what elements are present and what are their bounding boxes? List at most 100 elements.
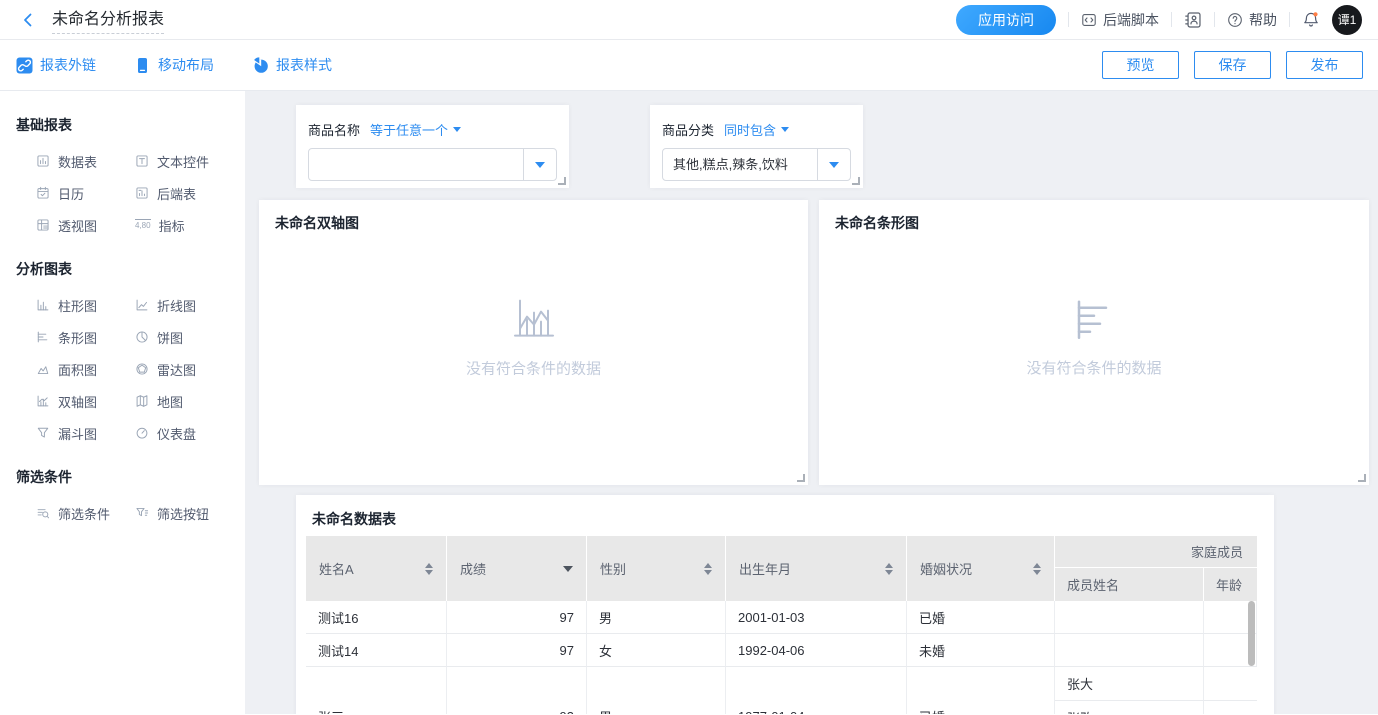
section-title-basic: 基础报表	[16, 115, 229, 135]
chevron-down-icon	[453, 127, 461, 132]
filter-operator-dropdown[interactable]: 同时包含	[724, 120, 789, 139]
help-button[interactable]: 帮助	[1227, 10, 1277, 30]
sidebar-item-dual-axis-chart[interactable]: 双轴图	[36, 385, 135, 417]
resize-handle[interactable]	[1358, 474, 1366, 482]
sidebar-item-gauge[interactable]: 仪表盘	[135, 417, 229, 449]
pie-chart-icon	[135, 330, 149, 344]
back-button[interactable]	[20, 11, 38, 29]
sidebar-item-funnel-chart[interactable]: 漏斗图	[36, 417, 135, 449]
mobile-icon	[134, 57, 151, 74]
column-header-member-name[interactable]: 成员姓名	[1055, 568, 1204, 601]
dual-axis-chart-panel[interactable]: 未命名双轴图 没有符合条件的数据	[259, 200, 808, 485]
link-icon	[16, 57, 33, 74]
section-title-filters: 筛选条件	[16, 467, 229, 487]
code-icon	[1081, 12, 1097, 28]
sidebar-item-radar-chart[interactable]: 雷达图	[135, 353, 229, 385]
column-header-gender[interactable]: 性别	[587, 536, 726, 601]
resize-handle[interactable]	[852, 177, 860, 185]
divider	[1068, 12, 1069, 27]
funnel-chart-icon	[36, 426, 50, 440]
sort-desc-icon[interactable]	[563, 566, 573, 572]
sidebar-item-map[interactable]: 地图	[135, 385, 229, 417]
column-group-family: 家庭成员 成员姓名 年龄	[1055, 536, 1257, 601]
filter-widget-product-category[interactable]: 商品分类 同时包含 其他,糕点,辣条,饮料	[650, 105, 863, 188]
sort-icon[interactable]	[885, 563, 893, 575]
column-header-score[interactable]: 成绩	[447, 536, 587, 601]
sidebar-item-data-table[interactable]: 数据表	[36, 145, 135, 177]
pie-style-icon	[252, 57, 269, 74]
gauge-icon	[135, 426, 149, 440]
bar-chart-icon	[36, 330, 50, 344]
section-charts-grid: 柱形图 折线图 条形图 饼图 面积图	[36, 289, 229, 449]
line-chart-icon	[135, 298, 149, 312]
user-avatar[interactable]: 谭1	[1332, 5, 1362, 35]
filter-field-label: 商品分类	[662, 120, 714, 139]
topbar: 未命名分析报表 应用访问 后端脚本 帮助 谭1	[0, 0, 1378, 40]
sidebar-item-filter-condition[interactable]: 筛选条件	[36, 497, 135, 529]
column-header-age[interactable]: 年龄	[1204, 568, 1257, 601]
table-row: 测试14 97 女 1992-04-06 未婚	[306, 634, 1257, 667]
horizontal-bar-empty-icon	[1071, 298, 1117, 340]
area-chart-icon	[36, 362, 50, 376]
empty-text: 没有符合条件的数据	[466, 357, 601, 378]
column-header-name[interactable]: 姓名A	[306, 536, 447, 601]
column-header-birth[interactable]: 出生年月	[726, 536, 907, 601]
group-header-family: 家庭成员	[1055, 536, 1257, 568]
widget-sidebar: 基础报表 数据表 文本控件 日历 后端表	[0, 91, 245, 714]
filter-button-icon	[135, 506, 149, 520]
report-style-label: 报表样式	[276, 55, 332, 75]
data-table-panel[interactable]: 未命名数据表 姓名A 成绩 性别	[296, 495, 1274, 714]
save-button[interactable]: 保存	[1194, 51, 1271, 79]
sidebar-item-line-chart[interactable]: 折线图	[135, 289, 229, 321]
sidebar-item-text-widget[interactable]: 文本控件	[135, 145, 229, 177]
report-title[interactable]: 未命名分析报表	[52, 5, 164, 34]
resize-handle[interactable]	[797, 474, 805, 482]
backend-script-button[interactable]: 后端脚本	[1081, 10, 1159, 30]
sidebar-item-column-chart[interactable]: 柱形图	[36, 289, 135, 321]
sort-icon[interactable]	[1033, 563, 1041, 575]
report-canvas: 商品名称 等于任意一个 商品分类 同时包含	[245, 91, 1378, 714]
section-basic-grid: 数据表 文本控件 日历 后端表 透视图	[36, 145, 229, 241]
notifications-button[interactable]	[1302, 11, 1320, 29]
app-root: 未命名分析报表 应用访问 后端脚本 帮助 谭1	[0, 0, 1378, 715]
report-link-button[interactable]: 报表外链	[16, 55, 96, 75]
data-table-icon	[36, 154, 50, 168]
bar-chart-panel[interactable]: 未命名条形图 没有符合条件的数据	[819, 200, 1369, 485]
report-style-button[interactable]: 报表样式	[252, 55, 332, 75]
sidebar-item-pie-chart[interactable]: 饼图	[135, 321, 229, 353]
chevron-down-icon	[781, 127, 789, 132]
sort-icon[interactable]	[704, 563, 712, 575]
sidebar-item-calendar[interactable]: 日历	[36, 177, 135, 209]
sort-icon[interactable]	[425, 563, 433, 575]
mobile-layout-button[interactable]: 移动布局	[134, 55, 214, 75]
filter-operator-dropdown[interactable]: 等于任意一个	[370, 120, 461, 139]
sidebar-item-bar-chart[interactable]: 条形图	[36, 321, 135, 353]
report-link-label: 报表外链	[40, 55, 96, 75]
sidebar-item-metric[interactable]: 4,80 指标	[135, 209, 229, 241]
column-header-marital[interactable]: 婚姻状况	[907, 536, 1055, 601]
table-scrollbar-thumb[interactable]	[1248, 601, 1255, 666]
column-chart-icon	[36, 298, 50, 312]
sidebar-item-pivot[interactable]: 透视图	[36, 209, 135, 241]
filter-value-select[interactable]: 其他,糕点,辣条,饮料	[662, 148, 851, 181]
toolbar-left: 报表外链 移动布局 报表样式	[16, 55, 332, 75]
pivot-icon	[36, 218, 50, 232]
dual-axis-empty-icon	[510, 297, 558, 341]
topbar-right: 应用访问 后端脚本 帮助 谭1	[956, 5, 1362, 35]
panel-title: 未命名双轴图	[259, 200, 808, 233]
resize-handle[interactable]	[558, 177, 566, 185]
content: 基础报表 数据表 文本控件 日历 后端表	[0, 91, 1378, 714]
divider	[1214, 12, 1215, 27]
sidebar-item-backend-table[interactable]: 后端表	[135, 177, 229, 209]
preview-button[interactable]: 预览	[1102, 51, 1179, 79]
calendar-icon	[36, 186, 50, 200]
secondary-toolbar: 报表外链 移动布局 报表样式 预览 保存 发布	[0, 40, 1378, 91]
publish-button[interactable]: 发布	[1286, 51, 1363, 79]
contacts-button[interactable]	[1184, 11, 1202, 29]
app-access-button[interactable]: 应用访问	[956, 5, 1056, 35]
filter-value-select[interactable]	[308, 148, 557, 181]
sidebar-item-area-chart[interactable]: 面积图	[36, 353, 135, 385]
sidebar-item-filter-button[interactable]: 筛选按钮	[135, 497, 229, 529]
question-icon	[1227, 12, 1243, 28]
filter-widget-product-name[interactable]: 商品名称 等于任意一个	[296, 105, 569, 188]
